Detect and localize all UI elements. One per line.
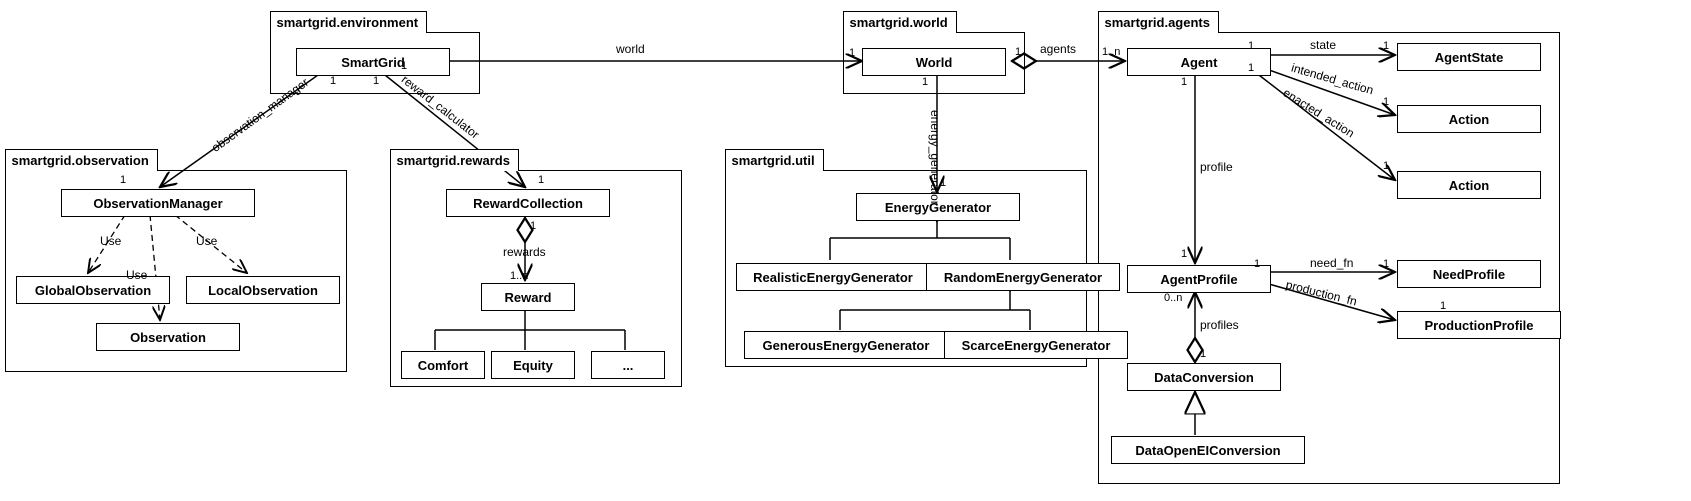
class-equity: Equity xyxy=(491,351,575,379)
rel-needfn: need_fn xyxy=(1310,256,1353,270)
class-productionprofile: ProductionProfile xyxy=(1397,311,1561,339)
m-ap-need-1a: 1 xyxy=(1254,258,1260,270)
class-world: World xyxy=(862,48,1006,76)
m-agent-prof-1b: 1 xyxy=(1181,248,1187,260)
class-comfort: Comfort xyxy=(401,351,485,379)
class-smartgrid: SmartGrid xyxy=(296,48,450,76)
m-ap-prod-1b: 1 xyxy=(1440,300,1446,312)
class-ellipsis: ... xyxy=(591,351,665,379)
pkg-util-label: smartgrid.util xyxy=(725,149,824,171)
class-dataconversion: DataConversion xyxy=(1127,363,1281,391)
m-agents-1n: 1..n xyxy=(1102,46,1120,58)
rel-state: state xyxy=(1310,38,1336,52)
rel-energygen: energy_generator xyxy=(928,110,942,205)
m-dc-1: 1 xyxy=(1200,348,1206,360)
rel-use-3b: Use xyxy=(126,268,147,282)
m-sg-world-1a: 1 xyxy=(401,60,407,72)
m-rew-1n: 1..n xyxy=(510,270,528,282)
rel-obsmgr: observation_manager xyxy=(209,75,311,155)
class-needprofile: NeedProfile xyxy=(1397,260,1541,288)
class-reward: Reward xyxy=(481,283,575,311)
pkg-agents-label: smartgrid.agents xyxy=(1098,11,1219,33)
m-agent-ea-1b: 1 xyxy=(1383,160,1389,172)
class-scarceeg: ScarceEnergyGenerator xyxy=(944,331,1128,359)
pkg-util: smartgrid.util EnergyGenerator Realistic… xyxy=(725,170,1087,367)
rel-profile: profile xyxy=(1200,160,1233,174)
m-world-agents-1: 1 xyxy=(1015,46,1021,58)
m-rc-1: 1 xyxy=(530,220,536,232)
pkg-world-label: smartgrid.world xyxy=(843,11,957,33)
rel-world: world xyxy=(616,42,645,56)
class-dataopeneiconversion: DataOpenEIConversion xyxy=(1111,436,1305,464)
m-agent-state-1a: 1 xyxy=(1248,40,1254,52)
pkg-observation-label: smartgrid.observation xyxy=(5,149,158,171)
m-obs-1: 1 xyxy=(120,174,126,186)
m-world-eg-1a: 1 xyxy=(922,76,928,88)
m-ap-profiles-0n: 0..n xyxy=(1164,292,1182,304)
class-agentstate: AgentState xyxy=(1397,43,1541,71)
class-localobservation: LocalObservation xyxy=(186,276,340,304)
m-sg-rew-1: 1 xyxy=(373,75,379,87)
rel-rewards: rewards xyxy=(503,245,546,259)
m-ap-need-1b: 1 xyxy=(1383,258,1389,270)
m-agent-ia-1b: 1 xyxy=(1383,96,1389,108)
class-agentprofile: AgentProfile xyxy=(1127,265,1271,293)
class-observationmanager: ObservationManager xyxy=(61,189,255,217)
m-agent-ia-1a: 1 xyxy=(1248,62,1254,74)
m-rew-1: 1 xyxy=(538,174,544,186)
uml-diagram: smartgrid.environment SmartGrid smartgri… xyxy=(0,0,1691,501)
m-world-eg-1b: 1 xyxy=(940,177,946,189)
class-action-1: Action xyxy=(1397,105,1541,133)
m-agent-prof-1a: 1 xyxy=(1181,76,1187,88)
pkg-environment-label: smartgrid.environment xyxy=(270,11,428,33)
pkg-world: smartgrid.world World xyxy=(843,32,1025,94)
m-agent-state-1b: 1 xyxy=(1383,40,1389,52)
rel-profiles: profiles xyxy=(1200,318,1239,332)
pkg-observation: smartgrid.observation ObservationManager… xyxy=(5,170,347,372)
class-action-2: Action xyxy=(1397,171,1541,199)
pkg-rewards-label: smartgrid.rewards xyxy=(390,149,519,171)
rel-use-1: Use xyxy=(100,234,121,248)
class-rewardcollection: RewardCollection xyxy=(446,189,610,217)
m-sg-obs-1: 1 xyxy=(330,75,336,87)
class-realisticeg: RealisticEnergyGenerator xyxy=(736,263,930,291)
m-sg-world-1b: 1 xyxy=(849,47,855,59)
rel-agents: agents xyxy=(1040,42,1076,56)
rel-use-2: Use xyxy=(196,234,217,248)
pkg-rewards: smartgrid.rewards RewardCollection Rewar… xyxy=(390,170,682,387)
class-randomeg: RandomEnergyGenerator xyxy=(926,263,1120,291)
class-observation: Observation xyxy=(96,323,240,351)
class-generouseg: GenerousEnergyGenerator xyxy=(744,331,948,359)
